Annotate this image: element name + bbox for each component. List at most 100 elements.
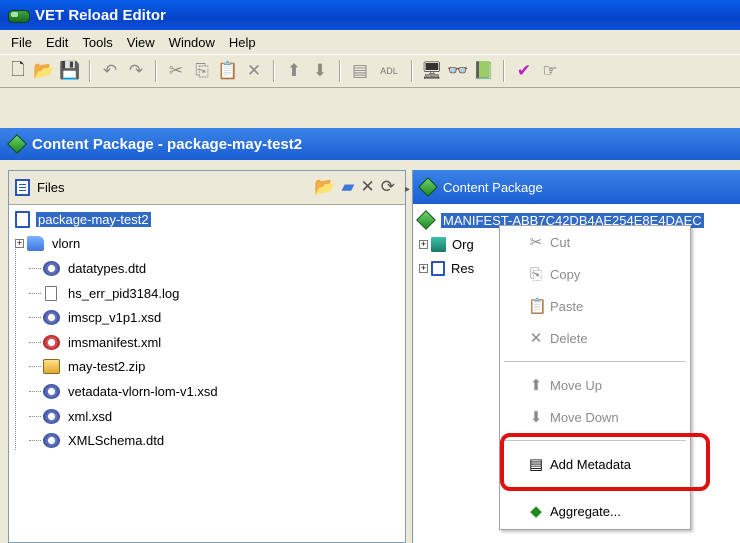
menu-item-label: Paste xyxy=(550,298,584,314)
tree-item-label: vetadata-vlorn-lom-v1.xsd xyxy=(68,383,218,399)
content-panel-title: Content Package xyxy=(443,179,543,195)
menu-item-label: Copy xyxy=(550,266,581,282)
tree-item-file[interactable]: imsmanifest.xml xyxy=(15,330,405,355)
package-title: Content Package - package-may-test2 xyxy=(32,135,303,153)
tree-item-vlorn[interactable]: + vlorn xyxy=(15,232,405,257)
copy-icon[interactable]: ⎘ xyxy=(190,59,214,83)
menu-item-aggregate[interactable]: ◆ Aggregate... xyxy=(500,495,690,527)
tree-root-label: package-may-test2 xyxy=(36,211,151,227)
menu-window[interactable]: Window xyxy=(162,35,222,50)
undo-icon[interactable]: ↶ xyxy=(98,59,122,83)
move-down-icon[interactable]: ⬇ xyxy=(308,59,332,83)
tree-connector xyxy=(29,390,41,392)
menu-file[interactable]: File xyxy=(4,35,39,50)
menu-help[interactable]: Help xyxy=(222,35,263,50)
open-folder-icon[interactable]: 📂 xyxy=(314,177,335,197)
window-titlebar: VET Reload Editor xyxy=(0,0,740,30)
menu-view[interactable]: View xyxy=(120,35,162,50)
splitter-arrow-icon[interactable]: ▸ xyxy=(405,184,410,204)
tree-connector xyxy=(29,267,41,269)
expand-icon[interactable]: + xyxy=(419,239,428,249)
files-icon xyxy=(15,179,30,196)
zip-file-icon xyxy=(43,359,60,375)
new-folder-icon[interactable]: ▰ xyxy=(341,177,354,197)
tree-root[interactable]: package-may-test2 xyxy=(15,207,405,232)
toolbar-separator xyxy=(503,60,505,82)
menu-edit[interactable]: Edit xyxy=(39,35,75,50)
toolbar-separator xyxy=(155,60,157,82)
tree-item-file[interactable]: imscp_v1p1.xsd xyxy=(15,305,405,330)
expand-icon[interactable]: + xyxy=(15,239,24,249)
package-icon xyxy=(7,134,27,154)
new-file-icon[interactable]: 🗋 xyxy=(6,59,30,83)
move-up-icon[interactable]: ⬆ xyxy=(282,59,306,83)
cut-icon[interactable]: ✂ xyxy=(164,59,188,83)
tree-item-file[interactable]: xml.xsd xyxy=(15,404,405,429)
menu-item-move-down[interactable]: ⬇ Move Down xyxy=(500,401,690,433)
tree-item-file[interactable]: XMLSchema.dtd xyxy=(15,428,405,453)
xml-file-icon xyxy=(43,408,60,424)
open-folder-icon[interactable]: 📂 xyxy=(32,59,56,83)
tree-connector xyxy=(29,366,41,368)
validate-check-icon[interactable]: ✔ xyxy=(512,59,536,83)
organizations-label: Org xyxy=(452,236,474,252)
files-toolbar: 📂 ▰ ✕ ⟳ xyxy=(314,177,395,197)
menu-item-copy[interactable]: ⎘ Copy xyxy=(500,258,690,290)
files-panel-title: Files xyxy=(37,180,65,195)
metadata-icon[interactable]: ▤ xyxy=(348,59,372,83)
save-icon[interactable]: 💾 xyxy=(58,59,82,83)
xml-file-icon xyxy=(43,310,60,326)
tree-item-label: xml.xsd xyxy=(68,408,113,424)
menubar: File Edit Tools View Window Help xyxy=(0,30,740,54)
menu-item-cut[interactable]: ✂ Cut xyxy=(500,226,690,258)
paste-icon: 📋 xyxy=(528,298,547,315)
book-icon[interactable]: 📗 xyxy=(472,59,496,83)
toolbar-separator xyxy=(89,60,91,82)
menu-item-paste[interactable]: 📋 Paste xyxy=(500,290,690,322)
tree-item-file[interactable]: may-test2.zip xyxy=(15,355,405,380)
xml-file-icon xyxy=(43,260,60,276)
header-spacer xyxy=(0,88,740,128)
tree-connector xyxy=(29,415,41,417)
refresh-icon[interactable]: ⟳ xyxy=(381,177,395,197)
aggregate-icon: ◆ xyxy=(530,503,542,520)
menu-item-label: Move Down xyxy=(550,409,619,425)
menu-item-label: Cut xyxy=(550,234,571,250)
tree-item-label: imsmanifest.xml xyxy=(68,334,162,350)
redo-icon[interactable]: ↷ xyxy=(124,59,148,83)
files-panel: Files 📂 ▰ ✕ ⟳ package-may-test2 + vlorn … xyxy=(8,170,406,543)
toolbar-separator xyxy=(339,60,341,82)
resources-label: Res xyxy=(451,260,475,276)
toolbar-separator xyxy=(273,60,275,82)
adl-button[interactable]: ADL xyxy=(374,59,404,83)
tree-connector xyxy=(29,292,41,294)
tree-connector xyxy=(29,440,41,442)
pointer-hand-icon[interactable]: ☞ xyxy=(538,59,562,83)
menu-tools[interactable]: Tools xyxy=(75,35,119,50)
menu-separator xyxy=(504,361,686,362)
app-icon xyxy=(8,7,30,23)
tree-item-label: vlorn xyxy=(52,236,81,252)
resources-icon xyxy=(431,260,445,276)
binoculars-icon[interactable]: 👓 xyxy=(446,59,470,83)
menu-item-delete[interactable]: ✕ Delete xyxy=(500,322,690,354)
tree-item-file[interactable]: vetadata-vlorn-lom-v1.xsd xyxy=(15,379,405,404)
tree-item-file[interactable]: datatypes.dtd xyxy=(15,256,405,281)
move-up-icon: ⬆ xyxy=(529,377,543,394)
expand-icon[interactable]: + xyxy=(419,263,428,273)
delete-icon[interactable]: ✕ xyxy=(361,177,375,197)
tree-item-file[interactable]: hs_err_pid3184.log xyxy=(15,281,405,306)
xml-file-icon xyxy=(43,433,60,449)
menu-item-label: Aggregate... xyxy=(550,503,621,519)
copy-icon: ⎘ xyxy=(529,265,542,283)
paste-icon[interactable]: 📋 xyxy=(216,59,240,83)
menu-item-label: Move Up xyxy=(550,377,603,393)
menu-item-label: Delete xyxy=(550,330,588,346)
cut-icon: ✂ xyxy=(529,234,543,251)
tree-item-label: may-test2.zip xyxy=(68,359,146,375)
preview-icon[interactable]: 🖥 xyxy=(420,59,444,83)
delete-icon[interactable]: ✕ xyxy=(242,59,266,83)
menu-item-move-up[interactable]: ⬆ Move Up xyxy=(500,369,690,401)
files-tree: package-may-test2 + vlorn datatypes.dtd … xyxy=(9,205,405,453)
content-package-header: Content Package - package-may-test2 xyxy=(0,128,740,160)
